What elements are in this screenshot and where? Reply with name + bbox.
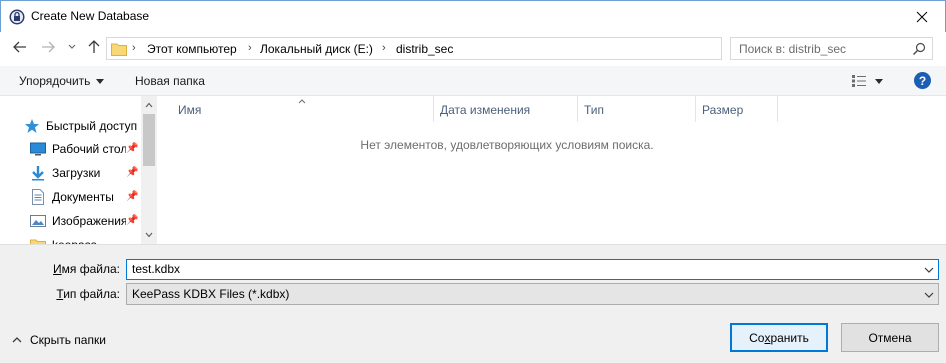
nav-item-label: Документы [52,190,114,204]
pictures-icon [30,213,46,229]
nav-item-label: Рабочий стол [52,142,126,156]
column-header-type[interactable]: Тип [578,96,696,122]
cancel-button[interactable]: Отмена [841,323,939,352]
back-button[interactable] [12,39,28,55]
organize-label: Упорядочить [19,74,91,88]
filetype-dropdown[interactable] [923,289,935,301]
window-title: Create New Database [31,9,150,23]
close-icon [916,11,928,22]
nav-item-quick-access[interactable]: Быстрый доступ [24,116,137,136]
view-dropdown-icon[interactable] [875,79,883,84]
nav-item-desktop[interactable]: Рабочий стол [30,139,126,159]
chevron-down-icon [68,44,76,49]
address-bar[interactable]: › Этот компьютер › Локальный диск (E:) ›… [106,37,821,60]
search-input[interactable]: Поиск в: distrib_sec [730,37,933,60]
up-button[interactable] [86,39,102,55]
view-options-icon[interactable] [851,74,867,88]
pin-icon[interactable]: 📌 [126,167,138,178]
new-folder-button[interactable]: Новая папка [135,74,205,88]
save-button[interactable]: Со х ранить [730,323,828,352]
folder-icon [111,42,127,56]
pin-icon[interactable]: 📌 [126,215,138,226]
breadcrumb-this-pc[interactable]: Этот компьютер [147,42,237,56]
nav-item-pictures[interactable]: Изображения [30,211,126,231]
nav-item-documents[interactable]: Документы [30,187,126,207]
desktop-icon [30,141,46,157]
navigation-pane: Быстрый доступ Рабочий стол 📌 Загрузки 📌… [0,96,157,244]
pin-icon[interactable]: 📌 [126,143,138,154]
breadcrumb-local-disk[interactable]: Локальный диск (E:) [260,42,373,56]
filetype-label: Тип файла: [56,287,120,301]
save-panel: Имя файла: test.kdbx Тип файла: KeePass … [0,244,946,363]
arrow-up-icon [88,40,100,53]
filetype-value: KeePass KDBX Files (*.kdbx) [132,287,290,301]
breadcrumb-separator[interactable]: › [382,42,386,54]
column-header-size[interactable]: Размер [696,96,778,122]
nav-item-label: Быстрый доступ [46,119,138,133]
filename-label: Имя файла: [53,262,120,276]
caret-down-icon [96,79,105,85]
close-button[interactable] [899,1,945,32]
scrollbar-thumb[interactable] [143,114,155,166]
title-bar: Create New Database [0,0,946,32]
column-header-date-modified[interactable]: Дата изменения [434,96,578,122]
column-header-name[interactable]: Имя [172,96,434,122]
download-icon [30,165,46,181]
nav-item-label: Загрузки [52,166,101,180]
search-icon[interactable] [912,42,926,56]
help-icon[interactable]: ? [914,72,931,89]
nav-item-keepass[interactable]: keepass [30,235,126,244]
address-row: › Этот компьютер › Локальный диск (E:) ›… [0,32,946,64]
scroll-down-icon[interactable] [144,230,154,240]
nav-item-downloads[interactable]: Загрузки [30,163,126,183]
chevron-down-icon [924,267,934,273]
chevron-down-icon [924,292,934,298]
folder-icon [30,237,46,244]
breadcrumb-current-folder[interactable]: distrib_sec [396,42,453,56]
scroll-up-icon[interactable] [144,100,154,110]
breadcrumb-separator[interactable]: › [248,42,252,54]
nav-scrollbar[interactable] [141,96,157,244]
command-bar: Упорядочить Новая папка ? [0,66,946,96]
documents-icon [30,189,46,205]
file-list[interactable]: Имя Дата изменения Тип Размер Нет элемен… [158,96,946,244]
breadcrumb-separator[interactable]: › [132,42,136,54]
filename-field[interactable]: test.kdbx [126,259,939,280]
filename-dropdown[interactable] [923,264,935,276]
filetype-select[interactable]: KeePass KDBX Files (*.kdbx) [126,283,939,305]
recent-locations-button[interactable] [64,39,80,55]
keepass-lock-icon [9,9,25,25]
star-icon [24,118,40,134]
hide-folders-button[interactable]: Скрыть папки [12,333,106,347]
empty-results-message: Нет элементов, удовлетворяющих условиям … [360,138,654,152]
nav-item-label: Изображения [52,214,126,228]
arrow-left-icon [13,41,26,53]
hide-folders-label: Скрыть папки [30,333,106,347]
filename-value: test.kdbx [132,262,181,276]
forward-button[interactable] [40,39,56,55]
pin-icon[interactable]: 📌 [126,191,138,202]
organize-button[interactable]: Упорядочить [19,74,105,88]
search-placeholder: Поиск в: distrib_sec [739,42,846,56]
chevron-up-icon [12,335,22,345]
arrow-right-icon [42,41,55,53]
